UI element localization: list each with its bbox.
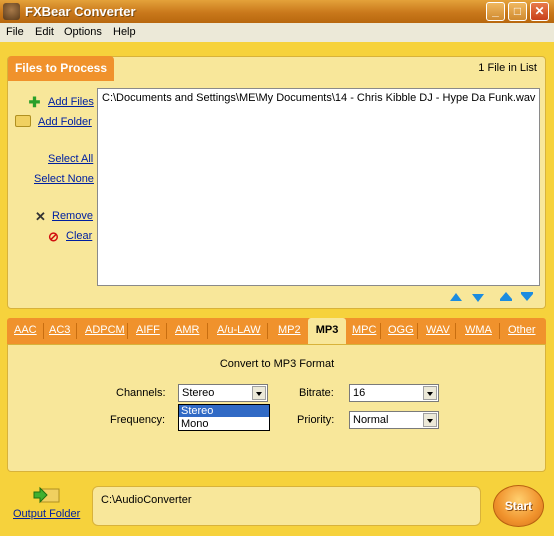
bitrate-label: Bitrate: bbox=[299, 387, 334, 399]
tab-separator bbox=[166, 323, 167, 339]
format-tab-bar: AAC AC3 ADPCM AIFF AMR A/u-LAW MP2 MPC O… bbox=[7, 318, 546, 344]
output-path-field[interactable]: C:\AudioConverter bbox=[92, 486, 481, 526]
channels-select[interactable]: Stereo bbox=[178, 384, 268, 402]
clear-link[interactable]: Clear bbox=[66, 230, 92, 242]
tab-separator bbox=[380, 323, 381, 339]
tab-separator bbox=[207, 323, 208, 339]
tab-separator bbox=[455, 323, 456, 339]
bitrate-select[interactable]: 16 bbox=[349, 384, 439, 402]
tab-adpcm[interactable]: ADPCM bbox=[85, 324, 125, 336]
channels-label: Channels: bbox=[116, 387, 166, 399]
tab-separator bbox=[127, 323, 128, 339]
priority-value: Normal bbox=[353, 414, 389, 426]
tab-separator bbox=[499, 323, 500, 339]
tab-wma[interactable]: WMA bbox=[465, 324, 492, 336]
move-bottom-icon[interactable] bbox=[521, 294, 533, 301]
menu-file[interactable]: File bbox=[6, 26, 24, 38]
tab-separator bbox=[267, 323, 268, 339]
tab-other[interactable]: Other bbox=[508, 324, 536, 336]
close-button[interactable]: ✕ bbox=[530, 2, 549, 21]
tab-ogg[interactable]: OGG bbox=[388, 324, 414, 336]
title-bar: FXBear Converter _ □ ✕ bbox=[0, 0, 554, 23]
move-up-icon[interactable] bbox=[450, 293, 462, 301]
tab-aac[interactable]: AAC bbox=[14, 324, 37, 336]
channels-option-mono[interactable]: Mono bbox=[179, 418, 269, 430]
list-item[interactable]: C:\Documents and Settings\ME\My Document… bbox=[102, 92, 535, 104]
tab-au-law[interactable]: A/u-LAW bbox=[217, 324, 261, 336]
start-button[interactable]: Start bbox=[493, 485, 544, 527]
add-plus-icon: ✚ bbox=[28, 94, 41, 110]
tab-mp3-label: MP3 bbox=[315, 324, 339, 336]
add-files-link[interactable]: Add Files bbox=[48, 96, 94, 108]
menu-bar: File Edit Options Help bbox=[0, 23, 554, 42]
maximize-button[interactable]: □ bbox=[508, 2, 527, 21]
tab-separator bbox=[43, 323, 44, 339]
convert-format-title: Convert to MP3 Format bbox=[219, 358, 335, 370]
file-list[interactable]: C:\Documents and Settings\ME\My Document… bbox=[97, 88, 540, 286]
bitrate-value: 16 bbox=[353, 387, 366, 399]
tab-ac3[interactable]: AC3 bbox=[49, 324, 70, 336]
tab-amr[interactable]: AMR bbox=[175, 324, 199, 336]
channels-option-stereo[interactable]: Stereo bbox=[179, 405, 269, 417]
priority-select[interactable]: Normal bbox=[349, 411, 439, 429]
select-none-link[interactable]: Select None bbox=[34, 173, 94, 185]
output-path-value: C:\AudioConverter bbox=[101, 494, 192, 506]
channels-dropdown-list: Stereo Mono bbox=[178, 404, 270, 431]
folder-icon bbox=[15, 115, 31, 127]
output-folder-link[interactable]: Output Folder bbox=[13, 508, 80, 520]
output-folder-icon bbox=[33, 486, 60, 504]
menu-edit[interactable]: Edit bbox=[35, 26, 54, 38]
move-top-icon[interactable] bbox=[500, 292, 512, 299]
menu-options[interactable]: Options bbox=[64, 26, 102, 38]
window-title: FXBear Converter bbox=[25, 4, 136, 19]
tab-files-to-process[interactable]: Files to Process bbox=[8, 56, 114, 81]
chevron-down-icon[interactable] bbox=[423, 386, 437, 400]
tab-mpc[interactable]: MPC bbox=[352, 324, 376, 336]
bear-app-icon bbox=[3, 3, 20, 20]
menu-help[interactable]: Help bbox=[113, 26, 136, 38]
chevron-down-icon[interactable] bbox=[252, 386, 266, 400]
priority-label: Priority: bbox=[297, 414, 335, 426]
move-top-bar bbox=[500, 299, 512, 301]
move-down-icon[interactable] bbox=[472, 294, 484, 302]
select-all-link[interactable]: Select All bbox=[48, 153, 93, 165]
tab-aiff[interactable]: AIFF bbox=[136, 324, 160, 336]
channels-value: Stereo bbox=[182, 387, 215, 399]
remove-link[interactable]: Remove bbox=[52, 210, 93, 222]
chevron-down-icon[interactable] bbox=[423, 413, 437, 427]
minimize-button[interactable]: _ bbox=[486, 2, 505, 21]
tab-separator bbox=[76, 323, 77, 339]
remove-x-icon: ✕ bbox=[35, 209, 46, 224]
tab-wav[interactable]: WAV bbox=[426, 324, 450, 336]
clear-no-icon: ⊘ bbox=[48, 229, 59, 244]
add-folder-link[interactable]: Add Folder bbox=[38, 116, 92, 128]
frequency-label: Frequency: bbox=[110, 414, 166, 426]
tab-mp2[interactable]: MP2 bbox=[278, 324, 301, 336]
tab-separator bbox=[417, 323, 418, 339]
tab-mp3[interactable]: MP3 bbox=[308, 318, 346, 346]
file-count: 1 File in List bbox=[478, 62, 537, 74]
